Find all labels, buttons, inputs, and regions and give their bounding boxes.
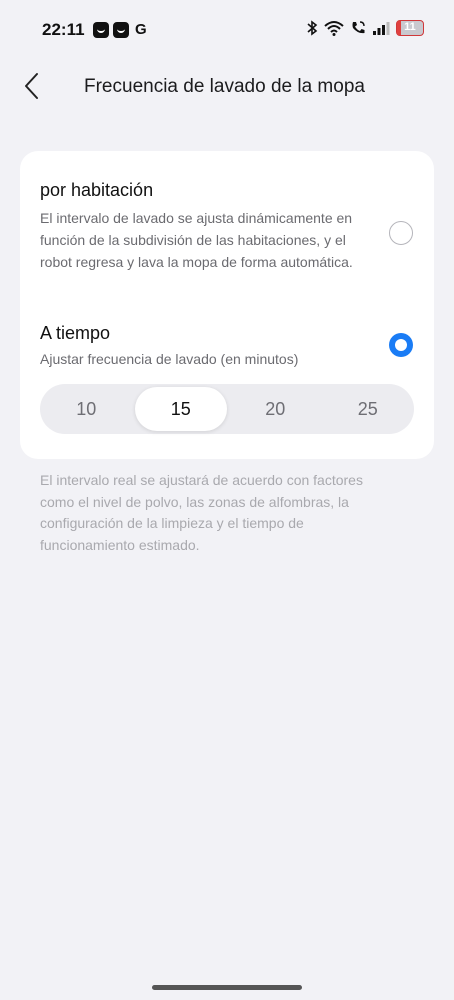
footnote-text: El intervalo real se ajustará de acuerdo… [40,472,363,553]
status-time: 22:11 [42,20,85,39]
option-by-room-description: El intervalo de lavado se ajusta dinámic… [40,210,353,270]
wash-frequency-card: por habitación El intervalo de lavado se… [20,151,434,459]
interval-option-10[interactable]: 10 [40,387,133,431]
interval-option-15[interactable]: 15 [134,387,227,431]
app-notification-icon [93,22,109,38]
interval-option-25[interactable]: 25 [322,387,415,431]
option-by-room-radio[interactable] [389,221,413,245]
interval-selector: 10 15 20 25 [40,384,414,434]
battery-icon: 11 [396,20,424,36]
option-by-time-radio[interactable] [389,333,413,357]
page-title: Frecuencia de lavado de la mopa [84,76,365,97]
bluetooth-icon [307,20,318,36]
system-icons: 11 [306,20,424,36]
signal-icon [373,22,390,35]
interval-option-20[interactable]: 20 [229,387,322,431]
status-bar: 22:11 G 11 [0,0,454,58]
home-indicator[interactable] [152,985,302,990]
wifi-icon [324,21,344,36]
google-notification-icon: G [135,21,147,38]
header: Frecuencia de lavado de la mopa [0,58,454,114]
back-button[interactable] [18,70,46,102]
option-by-time-description: Ajustar frecuencia de lavado (en minutos… [40,351,299,367]
call-icon [352,21,365,34]
option-by-room-title: por habitación [40,180,154,200]
option-by-time-title: A tiempo [40,323,111,343]
notification-icons: G [93,22,147,38]
app-notification-icon [113,22,129,38]
chevron-left-icon [25,73,38,99]
battery-level-text: 11 [404,21,416,33]
